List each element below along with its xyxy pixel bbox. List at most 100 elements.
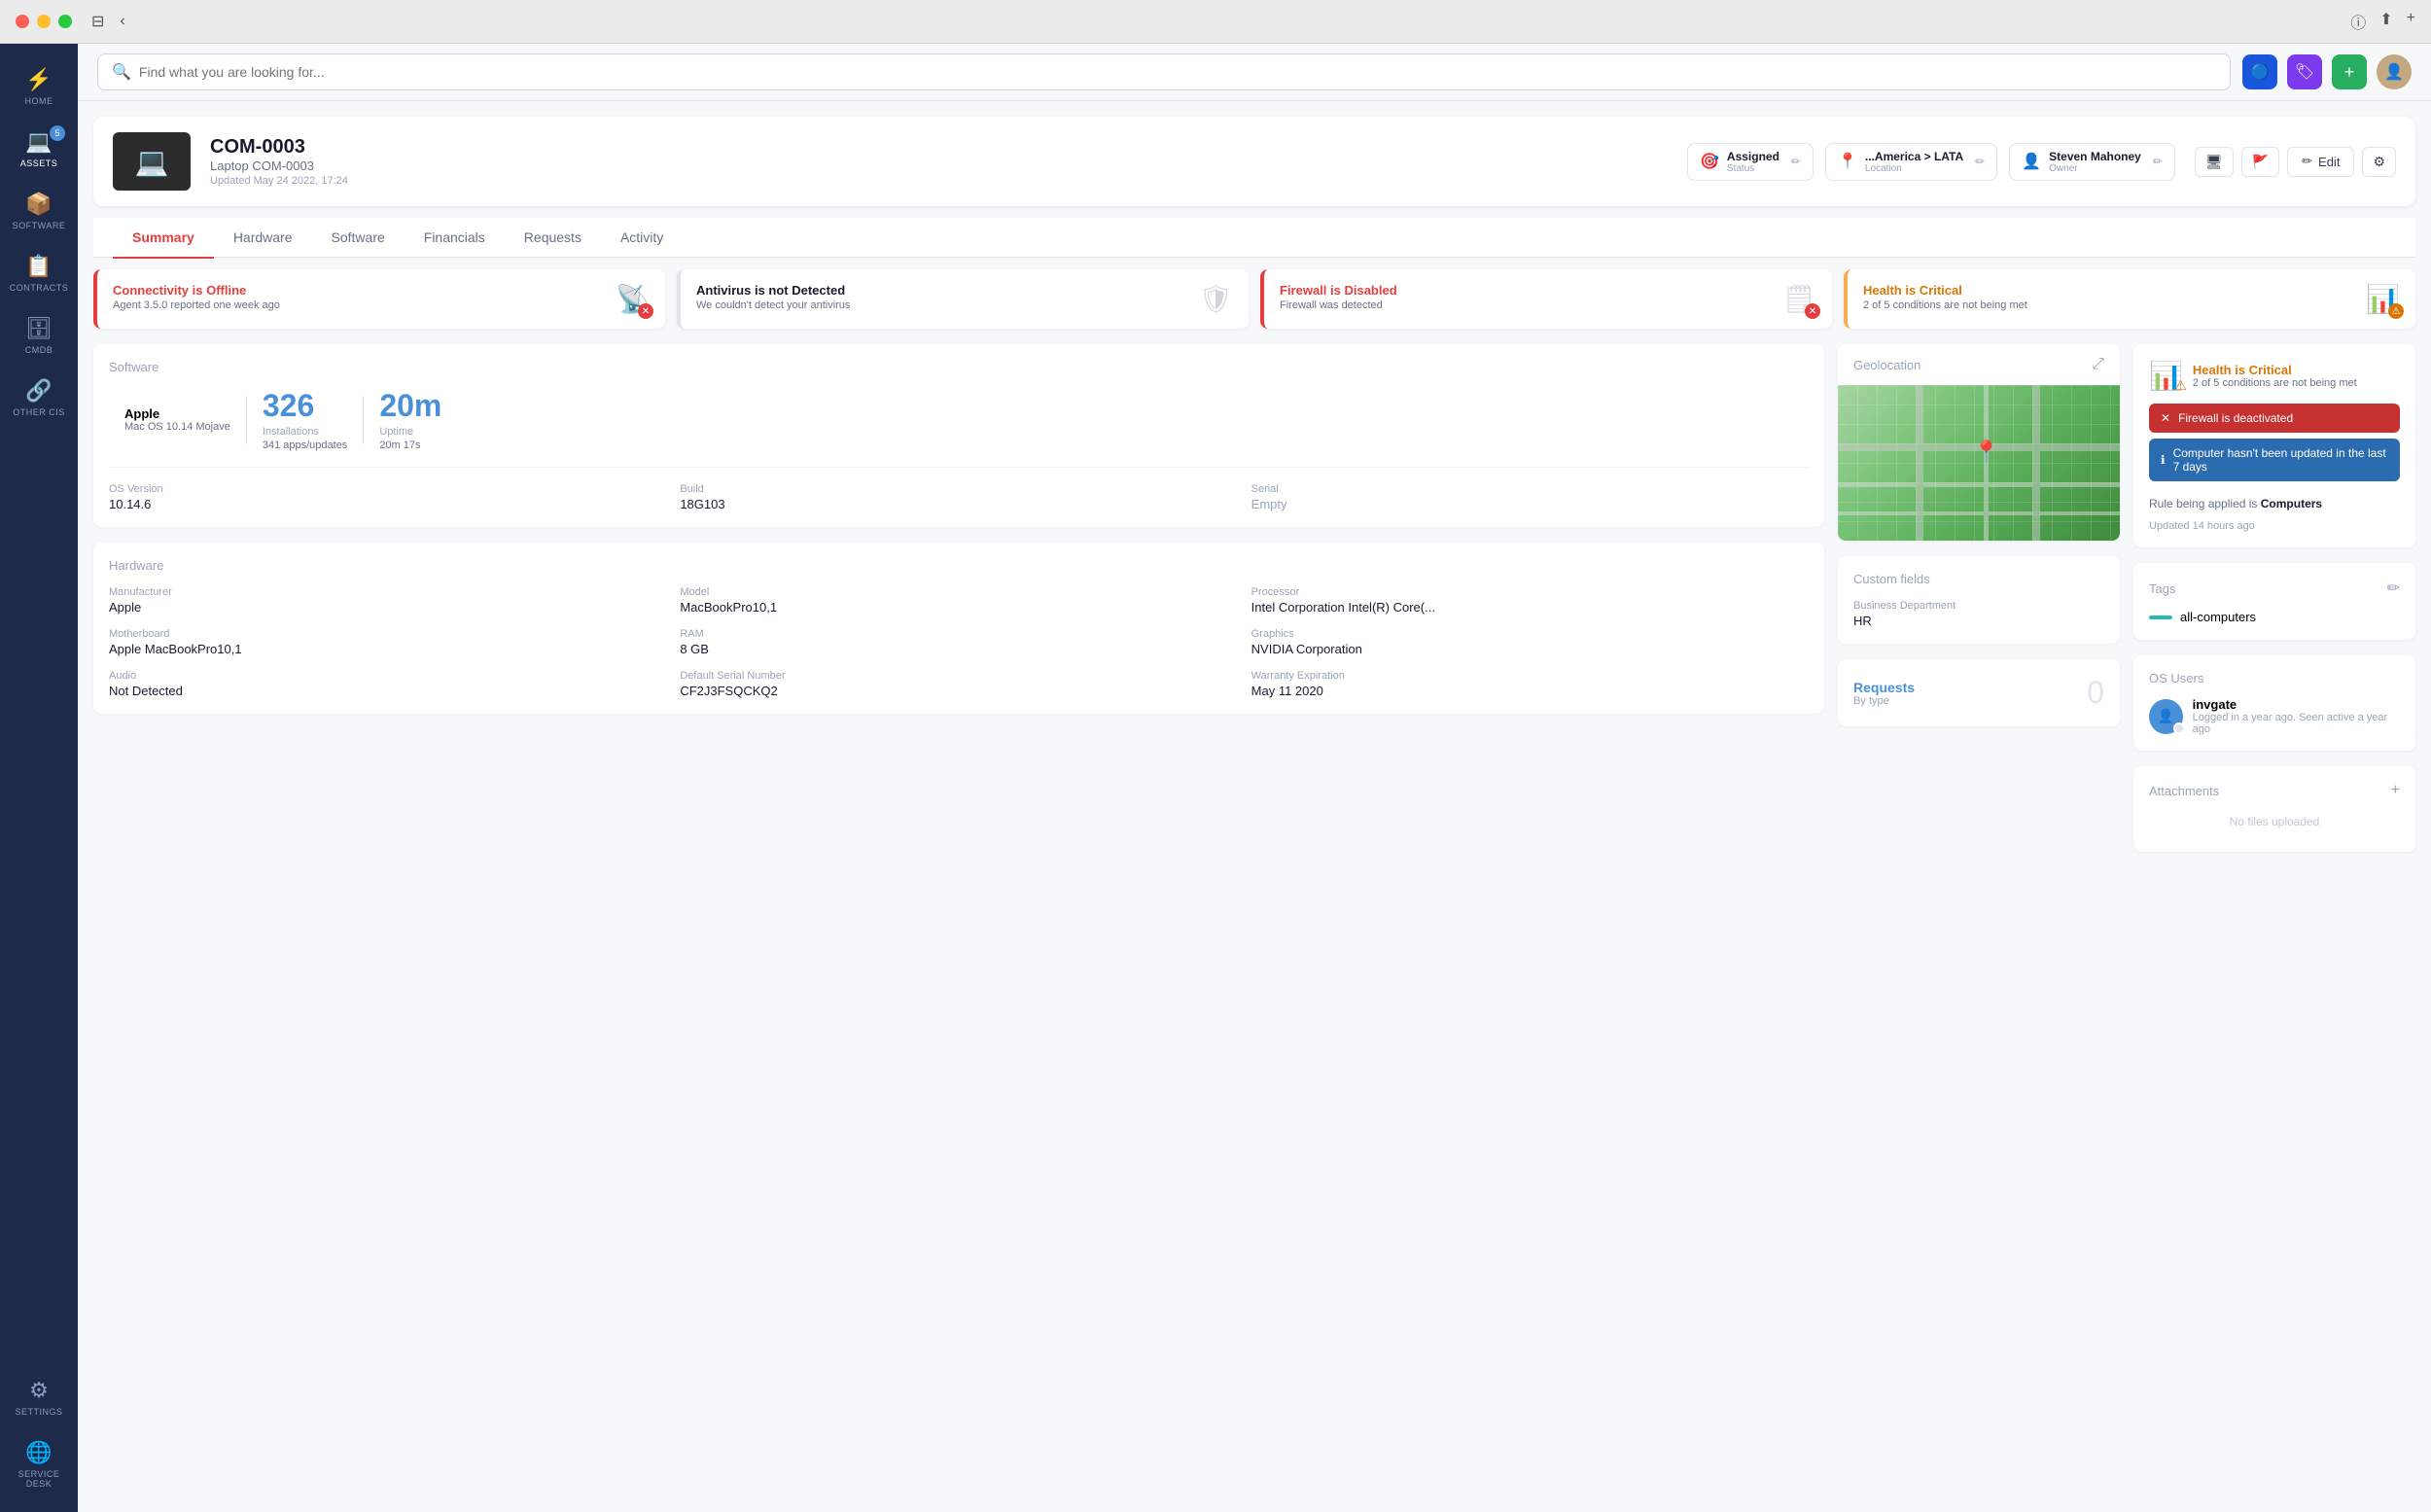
- sidebar-label-home: HOME: [25, 96, 53, 106]
- sidebar-toggle-icon[interactable]: ⊟: [91, 12, 104, 31]
- back-icon[interactable]: ‹: [120, 13, 124, 30]
- alert-title-health: Health is Critical: [1863, 283, 2354, 298]
- hw-fields: Manufacturer Apple Model MacBookPro10,1 …: [109, 586, 1809, 698]
- hw-default-serial-field: Default Serial Number CF2J3FSQCKQ2: [680, 670, 1237, 698]
- os-user-invgate: 👤 invgate Logged in a year ago. Seen act…: [2149, 697, 2400, 735]
- map-expand-icon[interactable]: ⤢: [2092, 356, 2104, 373]
- status-chip[interactable]: 🎯 Assigned Status ✏: [1687, 143, 1814, 181]
- tags-edit-icon[interactable]: ✏: [2387, 579, 2400, 598]
- location-value: ...America > LATA: [1865, 150, 1963, 163]
- os-user-name: invgate: [2193, 697, 2400, 712]
- hw-model-field: Model MacBookPro10,1: [680, 586, 1237, 615]
- info-icon[interactable]: ⓘ: [2350, 10, 2366, 33]
- alert-sub-firewall: Firewall was detected: [1280, 299, 1770, 311]
- os-user-avatar: 👤: [2149, 699, 2183, 734]
- sw-uptime-val: 20m: [379, 388, 441, 424]
- sw-os-version-val: 10.14.6: [109, 497, 666, 511]
- sw-serial-label: Serial: [1251, 483, 1809, 495]
- user-avatar[interactable]: 👤: [2377, 54, 2412, 89]
- sidebar-item-contracts[interactable]: 📋 CONTRACTS: [5, 246, 73, 300]
- location-edit-icon: ✏: [1975, 155, 1985, 168]
- tab-software[interactable]: Software: [312, 218, 405, 259]
- bottom-grid: Software Apple Mac OS 10.14 Mojave 326: [93, 344, 2415, 852]
- sidebar-item-other-cis[interactable]: 🔗 OTHER CIs: [5, 370, 73, 425]
- window-actions: ⓘ ⬆ +: [2350, 10, 2415, 33]
- custom-fields-card: Custom fields Business Department HR: [1838, 556, 2120, 644]
- alert-sub-connectivity: Agent 3.5.0 reported one week ago: [113, 299, 604, 311]
- contracts-icon: 📋: [25, 254, 52, 279]
- traffic-lights: [16, 15, 72, 28]
- sidebar-item-service-desk[interactable]: 🌐 SERVICE DESK: [5, 1432, 73, 1496]
- hw-processor-field: Processor Intel Corporation Intel(R) Cor…: [1251, 586, 1809, 615]
- software-icon: 📦: [25, 192, 52, 217]
- sw-fields: OS Version 10.14.6 Build 18G103 Serial E…: [109, 467, 1809, 511]
- tab-requests[interactable]: Requests: [505, 218, 601, 259]
- sw-installations-count: 326: [263, 388, 347, 424]
- sidebar-item-home[interactable]: ⚡ HOME: [5, 59, 73, 114]
- plus-icon[interactable]: +: [2407, 10, 2415, 33]
- asset-meta: 🎯 Assigned Status ✏ 📍 ...America > LATA: [1687, 143, 2175, 181]
- sidebar: ⚡ HOME 💻 ASSETS 5 📦 SOFTWARE 📋 CONTRACTS…: [0, 44, 78, 1512]
- sw-brand: Apple: [124, 406, 230, 421]
- sidebar-item-assets[interactable]: 💻 ASSETS 5: [5, 122, 73, 176]
- edit-button[interactable]: ✏ Edit: [2287, 147, 2354, 177]
- health-badge: ⚠: [2388, 303, 2404, 319]
- sidebar-item-software[interactable]: 📦 SOFTWARE: [5, 184, 73, 238]
- asset-header: 💻 COM-0003 Laptop COM-0003 Updated May 2…: [93, 117, 2415, 206]
- firewall-badge: ✕: [1805, 303, 1820, 319]
- location-label: Location: [1865, 163, 1963, 174]
- flag-button[interactable]: 🚩: [2241, 147, 2279, 177]
- add-button[interactable]: +: [2332, 54, 2367, 89]
- hw-warranty-field: Warranty Expiration May 11 2020: [1251, 670, 1809, 698]
- health-alert-icon: 📊 ⚠: [2366, 283, 2400, 315]
- attachments-title: Attachments: [2149, 784, 2219, 798]
- hw-default-serial-label: Default Serial Number: [680, 670, 1237, 682]
- health-text: Health is Critical 2 of 5 conditions are…: [2193, 363, 2357, 389]
- firewall-icon: 🗒 ✕: [1781, 283, 1816, 315]
- alert-cards: Connectivity is Offline Agent 3.5.0 repo…: [93, 269, 2415, 329]
- monitor-button[interactable]: 🖥: [2195, 147, 2234, 177]
- middle-column: Geolocation ⤢: [1838, 344, 2120, 852]
- tab-hardware[interactable]: Hardware: [214, 218, 312, 259]
- alert-antivirus: Antivirus is not Detected We couldn't de…: [677, 269, 1249, 329]
- assets-badge: 5: [50, 125, 65, 141]
- location-chip[interactable]: 📍 ...America > LATA Location ✏: [1825, 143, 1997, 181]
- minimize-button[interactable]: [37, 15, 51, 28]
- alert-text-health: Health is Critical 2 of 5 conditions are…: [1863, 283, 2354, 311]
- health-sub: 2 of 5 conditions are not being met: [2193, 377, 2357, 389]
- settings-icon: ⚙: [29, 1378, 49, 1403]
- software-section-title: Software: [109, 360, 1809, 374]
- health-alert-red-icon: ✕: [2161, 411, 2170, 425]
- content-body: 💻 COM-0003 Laptop COM-0003 Updated May 2…: [78, 101, 2431, 1512]
- attachments-add-icon[interactable]: +: [2391, 782, 2400, 799]
- settings-gear-button[interactable]: ⚙: [2362, 147, 2396, 177]
- close-button[interactable]: [16, 15, 29, 28]
- os-users-card: OS Users 👤 invgate Logged in a year ago.…: [2133, 655, 2415, 751]
- sw-os: Mac OS 10.14 Mojave: [124, 421, 230, 433]
- hw-default-serial-val: CF2J3FSQCKQ2: [680, 684, 1237, 698]
- share-icon[interactable]: ⬆: [2379, 10, 2392, 33]
- status-edit-icon: ✏: [1791, 155, 1801, 168]
- search-input[interactable]: [139, 64, 2216, 80]
- sidebar-item-cmdb[interactable]: 🗄 CMDB: [5, 308, 73, 363]
- tags-button[interactable]: 🏷: [2287, 54, 2322, 89]
- sidebar-item-settings[interactable]: ⚙ SETTINGS: [5, 1370, 73, 1424]
- geolocation-card: Geolocation ⤢: [1838, 344, 2120, 541]
- sidebar-label-service-desk: SERVICE DESK: [9, 1469, 69, 1489]
- asset-actions: 🖥 🚩 ✏ Edit ⚙: [2195, 147, 2396, 177]
- right-column: 📊 ⚠ Health is Critical 2 of 5 conditions…: [2133, 344, 2415, 852]
- tab-activity[interactable]: Activity: [601, 218, 683, 259]
- tab-financials[interactable]: Financials: [405, 218, 505, 259]
- status-icon: 🎯: [1700, 152, 1719, 171]
- notifications-button[interactable]: 🔵: [2242, 54, 2277, 89]
- left-column: Software Apple Mac OS 10.14 Mojave 326: [93, 344, 1824, 852]
- map-body: 📍: [1838, 385, 2120, 541]
- owner-chip[interactable]: 👤 Steven Mahoney Owner ✏: [2009, 143, 2175, 181]
- hw-audio-field: Audio Not Detected: [109, 670, 666, 698]
- tab-summary[interactable]: Summary: [113, 218, 214, 259]
- hw-graphics-val: NVIDIA Corporation: [1251, 642, 1809, 656]
- tags-card: Tags ✏ all-computers: [2133, 563, 2415, 640]
- maximize-button[interactable]: [58, 15, 72, 28]
- map-title: Geolocation: [1853, 358, 1920, 372]
- requests-sub: By type: [1853, 695, 1915, 707]
